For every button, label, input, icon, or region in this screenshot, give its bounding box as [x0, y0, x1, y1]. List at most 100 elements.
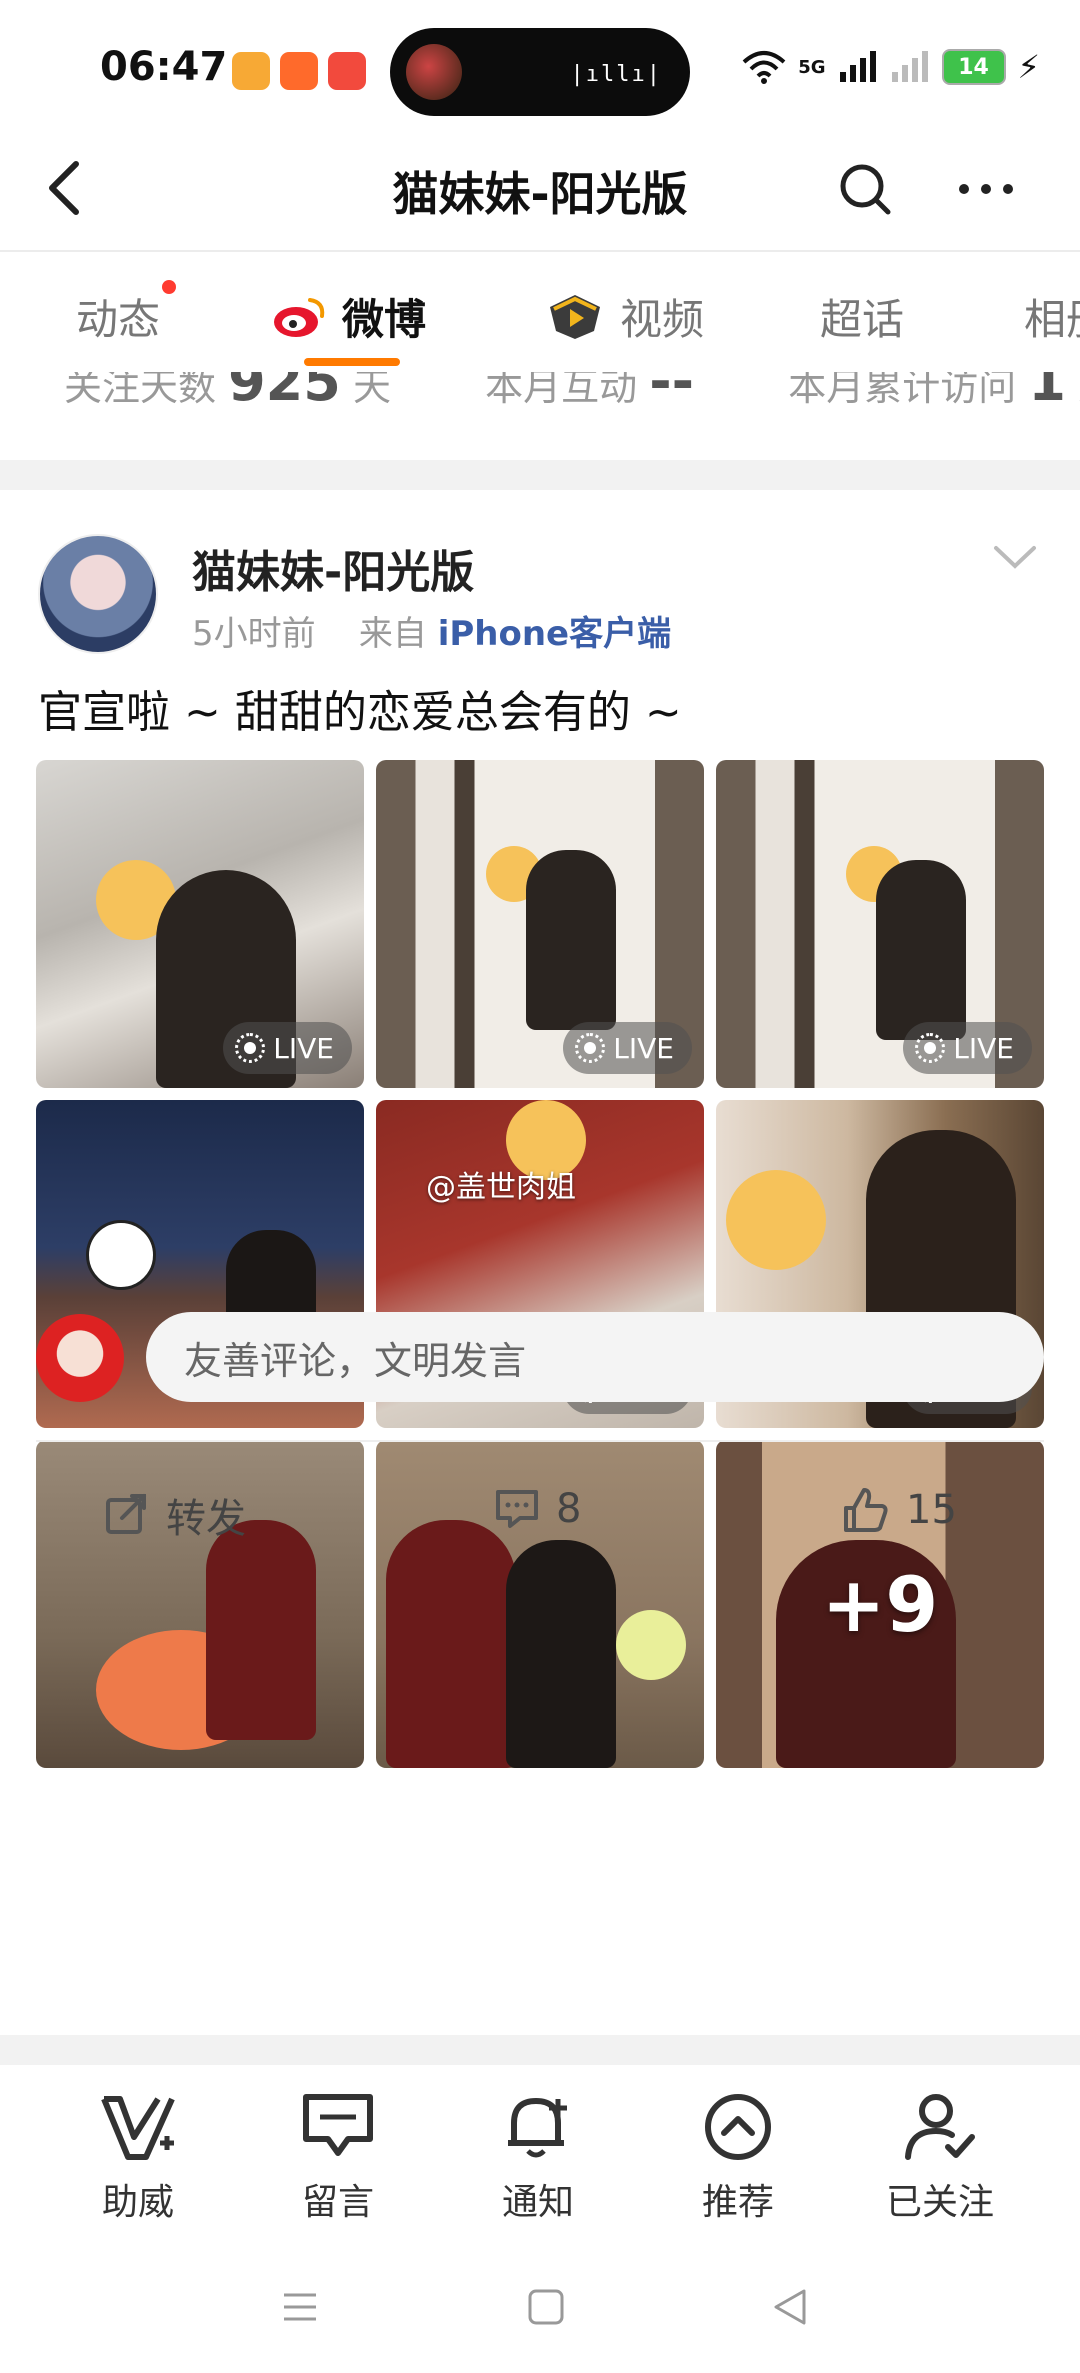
live-icon — [235, 1033, 266, 1063]
tab-video[interactable]: 视频 — [544, 286, 704, 347]
system-nav-bar — [0, 2245, 1080, 2373]
app-icon — [328, 52, 366, 90]
following-button[interactable]: 已关注 — [870, 2091, 1010, 2225]
dynamic-island[interactable]: |ıllı| — [390, 28, 690, 116]
author-avatar[interactable] — [38, 534, 158, 654]
signal-icon — [839, 51, 876, 82]
notification-icons — [232, 52, 366, 90]
live-label: LIVE — [273, 1031, 334, 1065]
comment-icon — [496, 1490, 538, 1528]
signal-weak-icon — [891, 51, 928, 82]
stat-label: 关注天数 — [64, 372, 217, 409]
wifi-icon — [742, 51, 786, 84]
weibo-logo-icon — [274, 297, 325, 337]
active-tab-indicator — [304, 358, 400, 366]
bottom-label: 推荐 — [701, 2182, 774, 2223]
tab-label: 微博 — [342, 295, 427, 344]
music-cover-icon — [406, 44, 462, 100]
repost-button[interactable]: 转发 — [104, 1486, 246, 1544]
home-icon[interactable] — [526, 2287, 566, 2327]
live-label: LIVE — [613, 1031, 674, 1065]
tab-super-topic[interactable]: 超话 — [820, 286, 904, 347]
live-icon — [915, 1033, 946, 1063]
battery-indicator: 14 — [941, 49, 1006, 85]
like-count: 15 — [906, 1487, 957, 1533]
comment-count: 8 — [556, 1486, 582, 1532]
stat-value: -- — [649, 372, 695, 413]
bottom-label: 通知 — [501, 2182, 574, 2223]
photo[interactable]: LIVE — [36, 760, 364, 1088]
post-source-link[interactable]: iPhone客户端 — [438, 614, 671, 654]
cheer-icon — [101, 2096, 175, 2160]
message-button[interactable]: 留言 — [268, 2091, 408, 2225]
weibo-app-icon — [232, 52, 270, 90]
photo-watermark: @盖世肉姐 — [426, 1170, 576, 1205]
system-indicators: 5G 14 ⚡ — [742, 48, 1040, 86]
message-icon — [303, 2094, 373, 2156]
menu-icon[interactable] — [280, 2287, 320, 2327]
bottom-label: 助威 — [101, 2182, 174, 2223]
tab-dynamic[interactable]: 动态 — [76, 280, 177, 347]
stat-unit: 天 — [352, 372, 391, 409]
app-icon — [280, 52, 318, 90]
live-badge: LIVE — [223, 1022, 352, 1074]
stat-label: 本月累计访问 — [788, 372, 1017, 409]
status-bar: 06:47 |ıllı| 5G 14 ⚡ — [0, 0, 1080, 130]
notify-button[interactable]: 通知 — [468, 2091, 608, 2225]
person-shape — [876, 860, 966, 1040]
repost-icon — [106, 1494, 146, 1534]
video-badge-icon — [550, 294, 600, 339]
battery-level: 14 — [958, 54, 989, 80]
user-check-icon — [905, 2094, 975, 2160]
stat-value: 925 — [228, 372, 341, 413]
live-badge: LIVE — [903, 1022, 1032, 1074]
network-label: 5G — [798, 56, 826, 78]
post-time: 5小时前 — [192, 614, 316, 654]
post-actions: 转发 8 15 — [0, 1450, 1080, 1570]
stat-value: 1 — [1028, 372, 1066, 413]
tab-weibo[interactable]: 微博 — [272, 286, 426, 347]
back-triangle-icon[interactable] — [770, 2287, 810, 2327]
chevron-up-circle-icon — [705, 2094, 771, 2160]
cheer-button[interactable]: 助威 — [68, 2091, 208, 2225]
comment-button[interactable]: 8 — [494, 1486, 581, 1532]
profile-tabs: 动态 微博 视频 超话 相册 — [0, 252, 1080, 372]
fan-stats: 关注天数 925 天 本月互动 -- 本月累计访问 1 天 — [0, 372, 1080, 420]
live-badge: LIVE — [563, 1022, 692, 1074]
tab-label: 超话 — [820, 295, 905, 344]
stat-label: 本月互动 — [485, 372, 638, 409]
chevron-down-icon[interactable] — [992, 542, 1038, 572]
top-nav: 猫妹妹-阳光版 — [0, 130, 1080, 252]
like-button[interactable]: 15 — [842, 1486, 957, 1534]
audio-wave-icon: |ıllı| — [570, 62, 662, 87]
charging-icon: ⚡ — [1017, 48, 1040, 86]
comment-input[interactable]: 友善评论，文明发言 — [146, 1312, 1044, 1402]
tab-album[interactable]: 相册 — [1024, 286, 1080, 347]
post-text: 官宣啦 ~ 甜甜的恋爱总会有的 ~ — [38, 687, 682, 738]
photo[interactable]: LIVE — [716, 760, 1044, 1088]
bottom-label: 已关注 — [885, 2182, 994, 2223]
unread-dot — [162, 280, 177, 294]
person-shape — [506, 1540, 616, 1768]
section-divider — [0, 460, 1080, 490]
live-label: LIVE — [953, 1031, 1014, 1065]
tab-label: 相册 — [1024, 295, 1080, 344]
divider — [36, 1440, 1044, 1442]
recommend-button[interactable]: 推荐 — [668, 2091, 808, 2225]
profile-bottom-bar: 助威 留言 通知 推荐 已关注 — [0, 2065, 1080, 2245]
status-time: 06:47 — [100, 44, 228, 90]
live-icon — [575, 1033, 606, 1063]
more-icon[interactable] — [956, 164, 1016, 214]
photo[interactable]: LIVE — [376, 760, 704, 1088]
author-name[interactable]: 猫妹妹-阳光版 — [192, 536, 474, 600]
post-from: 来自 — [358, 614, 427, 654]
thumbs-up-icon — [844, 1488, 888, 1532]
sticker-cartoon — [86, 1220, 156, 1290]
flowers-shape — [616, 1610, 686, 1680]
bell-plus-icon — [508, 2098, 567, 2158]
search-icon[interactable] — [838, 160, 894, 220]
post-meta: 5小时前 来自 iPhone客户端 — [192, 606, 671, 655]
sticker-bear — [726, 1170, 826, 1270]
my-avatar — [36, 1314, 124, 1402]
tab-label: 视频 — [620, 295, 705, 344]
